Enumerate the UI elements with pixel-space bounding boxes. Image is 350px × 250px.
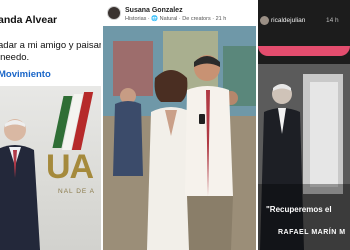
instagram-story-panel: Susana Gonzalez Historias · 🌐 Natural · … [103, 0, 256, 250]
story-quote-author: RAFAEL MARÍN M [278, 229, 346, 236]
story-author-name[interactable]: Susana Gonzalez [125, 7, 183, 14]
post-text-line: ineedo. [0, 52, 30, 63]
story-author-avatar[interactable] [107, 6, 121, 20]
story-meta-text: Historias · 🌐 Natural · De creators · 21… [125, 16, 227, 22]
pink-banner [258, 46, 350, 56]
couple-photo-illustration [103, 26, 256, 250]
story-timestamp: 14 h [326, 17, 339, 24]
story-author-name[interactable]: ricaldejulian [271, 17, 305, 24]
post-author-name[interactable]: anda Alvear [0, 14, 57, 26]
story-quote-text: "Recuperemos el [266, 205, 332, 214]
facebook-post-panel: anda Alvear adar a mi amigo y paisano in… [0, 0, 101, 250]
story-photo[interactable] [103, 26, 256, 250]
dark-story-panel: ricaldejulian 14 h "Recuperemos el RAFAE… [258, 0, 350, 250]
story-author-avatar[interactable] [260, 16, 269, 25]
post-photo[interactable]: UA NAL DE A [0, 86, 101, 250]
man-at-window-illustration [258, 64, 350, 250]
story-photo[interactable] [258, 64, 350, 250]
post-hashtag-link[interactable]: Movimiento [0, 69, 51, 80]
backdrop-logo-subtext: NAL DE A [58, 188, 96, 195]
post-text-line: adar a mi amigo y paisano [0, 40, 101, 51]
man-in-suit-figure [0, 119, 40, 250]
